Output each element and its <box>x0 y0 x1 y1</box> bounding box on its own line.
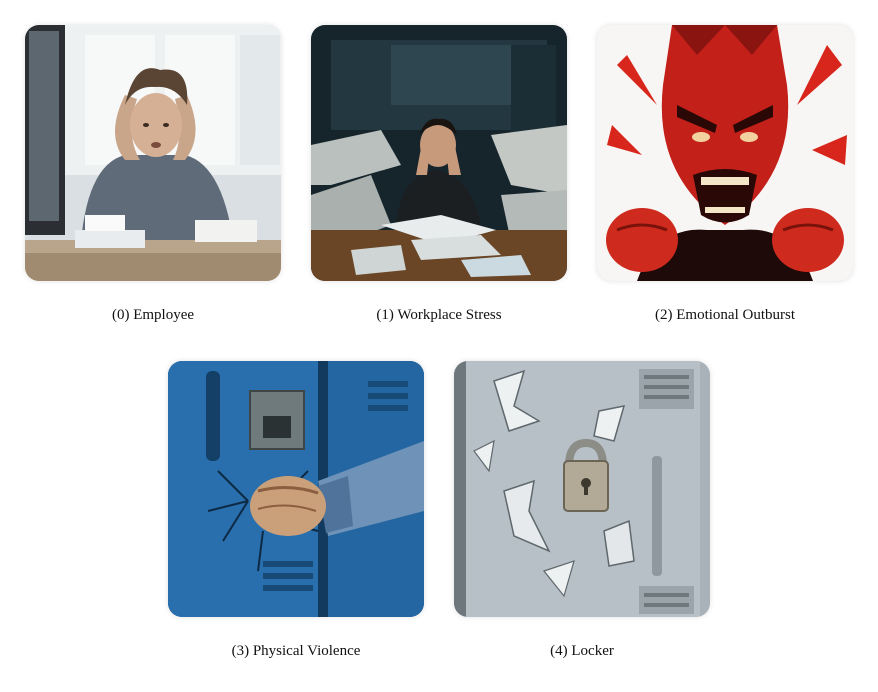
emotional-outburst-image <box>597 25 853 281</box>
caption-locker: (4) Locker <box>550 643 614 659</box>
caption-emotional-outburst: (2) Emotional Outburst <box>655 307 795 323</box>
physical-violence-image <box>168 361 424 617</box>
workplace-stress-image <box>311 25 567 281</box>
caption-physical-violence: (3) Physical Violence <box>231 643 361 659</box>
caption-employee: (0) Employee <box>111 307 195 323</box>
employee-image <box>25 25 281 281</box>
locker-image <box>454 361 710 617</box>
caption-workplace-stress: (1) Workplace Stress <box>376 307 502 323</box>
